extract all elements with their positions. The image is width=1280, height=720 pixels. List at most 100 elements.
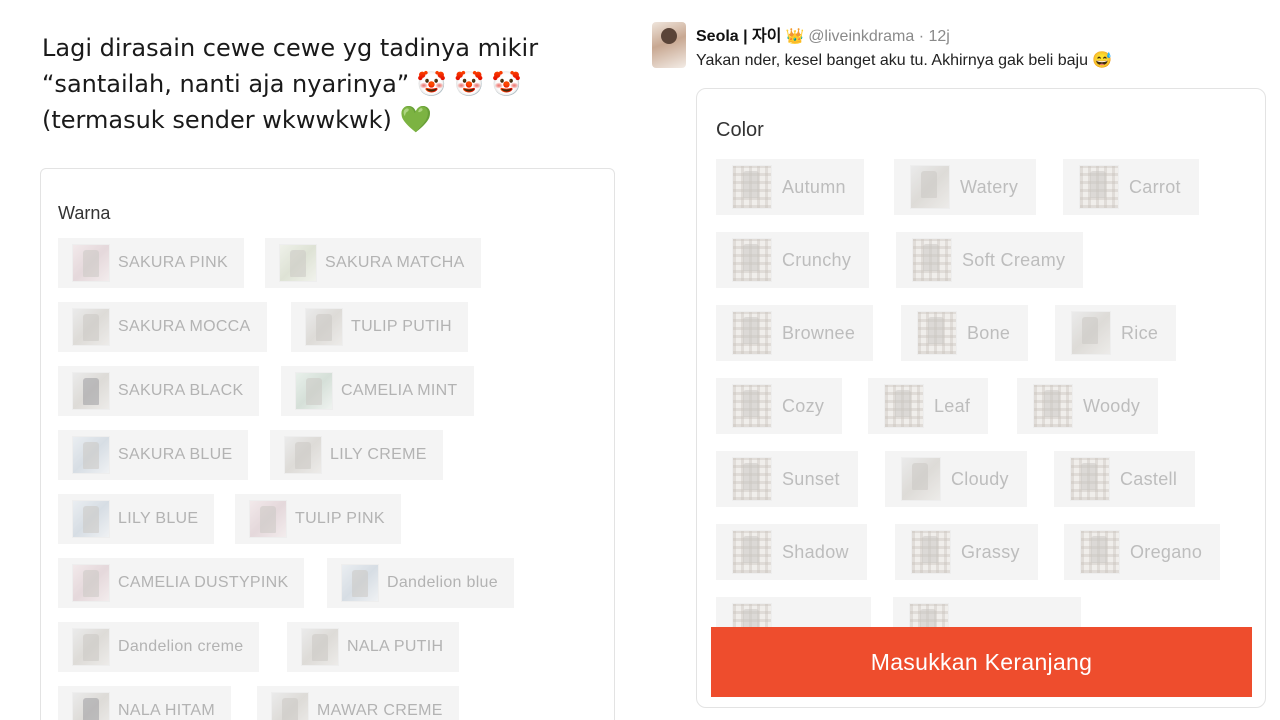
author-name[interactable]: Seola | 자이 xyxy=(696,28,782,45)
tweet-text: Yakan nder, kesel banget aku tu. Akhirny… xyxy=(696,52,1113,69)
variant-chip-label: Cloudy xyxy=(951,468,1009,489)
product-thumbnail xyxy=(271,692,309,720)
variant-chip-sunset[interactable]: Sunset xyxy=(716,451,858,507)
variant-chip-label: Rice xyxy=(1121,322,1159,343)
variant-label-color: Color xyxy=(716,119,764,141)
variant-chip-leaf[interactable]: Leaf xyxy=(868,378,989,434)
variant-chip-label: Leaf xyxy=(934,395,971,416)
product-thumbnail xyxy=(732,311,772,355)
product-thumbnail xyxy=(884,384,924,428)
variant-chip-rice[interactable]: Rice xyxy=(1055,305,1177,361)
variant-chip-oregano[interactable]: Oregano xyxy=(1064,524,1221,580)
variant-chip-label: CAMELIA DUSTYPINK xyxy=(118,574,289,591)
variant-chip-label: Soft Creamy xyxy=(962,249,1066,270)
variant-chip-label: Dandelion creme xyxy=(118,638,244,655)
product-thumbnail xyxy=(901,457,941,501)
variant-label-warna: Warna xyxy=(58,203,111,223)
variant-chip-label: LILY CREME xyxy=(330,446,427,463)
variant-chip-watery[interactable]: Watery xyxy=(894,159,1037,215)
variant-chip-dandelion-creme[interactable]: Dandelion creme xyxy=(58,622,260,672)
product-thumbnail xyxy=(305,308,343,346)
add-to-cart-button[interactable]: Masukkan Keranjang xyxy=(711,627,1252,697)
variant-chip-label: CAMELIA MINT xyxy=(341,382,458,399)
variant-chip-carrot[interactable]: Carrot xyxy=(1063,159,1199,215)
variant-chip-castell[interactable]: Castell xyxy=(1054,451,1196,507)
product-thumbnail xyxy=(72,500,110,538)
variant-chip-shadow[interactable]: Shadow xyxy=(716,524,867,580)
variant-chip-label: SAKURA MOCCA xyxy=(118,318,251,335)
variant-chip-label: Crunchy xyxy=(782,249,852,270)
product-thumbnail xyxy=(732,530,772,574)
variant-chip-bone[interactable]: Bone xyxy=(901,305,1029,361)
avatar[interactable] xyxy=(652,22,686,68)
tweet-name-row: Seola | 자이 👑 @liveinkdrama · 12j xyxy=(696,22,950,46)
caption-line-2: “santailah, nanti aja nyarinya” xyxy=(42,70,410,98)
variant-chip-label: SAKURA MATCHA xyxy=(325,254,465,271)
product-thumbnail xyxy=(301,628,339,666)
variant-chip-sakura-pink[interactable]: SAKURA PINK xyxy=(58,238,245,288)
variant-chip-mawar-creme[interactable]: MAWAR CREME xyxy=(257,686,459,720)
product-thumbnail xyxy=(910,165,950,209)
product-thumbnail xyxy=(1071,311,1111,355)
variant-chip-label: Carrot xyxy=(1129,176,1181,197)
product-thumbnail xyxy=(72,436,110,474)
product-thumbnail xyxy=(72,244,110,282)
variant-chip-grassy[interactable]: Grassy xyxy=(895,524,1038,580)
variant-chip-nala-hitam[interactable]: NALA HITAM xyxy=(58,686,231,720)
variant-chip-sakura-black[interactable]: SAKURA BLACK xyxy=(58,366,260,416)
variant-chip-woody[interactable]: Woody xyxy=(1017,378,1159,434)
caption-line-3: (termasuk sender wkwwkwk) xyxy=(42,106,392,134)
variant-chip-tulip-putih[interactable]: TULIP PUTIH xyxy=(291,302,468,352)
left-post-caption: Lagi dirasain cewe cewe yg tadinya mikir… xyxy=(42,30,602,138)
green-heart-emoji: 💚 xyxy=(399,105,432,135)
product-thumbnail xyxy=(249,500,287,538)
product-thumbnail xyxy=(341,564,379,602)
variant-chip-label: Watery xyxy=(960,176,1019,197)
variant-chip-cloudy[interactable]: Cloudy xyxy=(885,451,1027,507)
product-thumbnail xyxy=(72,308,110,346)
right-variant-card: Color Autumn Watery Carrot Crunchy Soft … xyxy=(696,88,1266,708)
variant-chip-dandelion-blue[interactable]: Dandelion blue xyxy=(327,558,514,608)
variant-chip-camelia-mint[interactable]: CAMELIA MINT xyxy=(281,366,474,416)
crown-icon: 👑 xyxy=(785,28,805,45)
product-thumbnail xyxy=(911,530,951,574)
product-thumbnail xyxy=(72,692,110,720)
separator-dot: · xyxy=(918,28,925,45)
variant-chip-sakura-mocca[interactable]: SAKURA MOCCA xyxy=(58,302,267,352)
variant-chip-camelia-dustypink[interactable]: CAMELIA DUSTYPINK xyxy=(58,558,305,608)
product-thumbnail xyxy=(732,384,772,428)
product-thumbnail xyxy=(1080,530,1120,574)
variant-chip-sakura-blue[interactable]: SAKURA BLUE xyxy=(58,430,249,480)
variant-chip-brownee[interactable]: Brownee xyxy=(716,305,874,361)
variant-chip-nala-putih[interactable]: NALA PUTIH xyxy=(287,622,460,672)
product-thumbnail xyxy=(72,372,110,410)
variant-chip-label: Brownee xyxy=(782,322,856,343)
product-thumbnail xyxy=(732,457,772,501)
variant-chip-label: Cozy xyxy=(782,395,825,416)
product-thumbnail xyxy=(279,244,317,282)
variant-chip-crunchy[interactable]: Crunchy xyxy=(716,232,870,288)
variant-chip-sakura-matcha[interactable]: SAKURA MATCHA xyxy=(265,238,481,288)
variant-chip-soft-creamy[interactable]: Soft Creamy xyxy=(896,232,1084,288)
product-thumbnail xyxy=(912,238,952,282)
variant-chip-label: LILY BLUE xyxy=(118,510,199,527)
variant-chip-label: NALA HITAM xyxy=(118,702,215,719)
author-handle[interactable]: @liveinkdrama xyxy=(808,28,914,45)
product-thumbnail xyxy=(72,564,110,602)
variant-chip-label: TULIP PINK xyxy=(295,510,385,527)
variant-chip-label: MAWAR CREME xyxy=(317,702,443,719)
product-thumbnail xyxy=(1079,165,1119,209)
variant-chip-label: Oregano xyxy=(1130,541,1203,562)
variant-chip-autumn[interactable]: Autumn xyxy=(716,159,864,215)
variant-chip-label: Castell xyxy=(1120,468,1178,489)
variant-chip-lily-blue[interactable]: LILY BLUE xyxy=(58,494,215,544)
product-thumbnail xyxy=(1070,457,1110,501)
variant-chip-lily-creme[interactable]: LILY CREME xyxy=(270,430,443,480)
product-thumbnail xyxy=(917,311,957,355)
variant-chip-label: Bone xyxy=(967,322,1011,343)
variant-chip-tulip-pink[interactable]: TULIP PINK xyxy=(235,494,401,544)
variant-chip-cozy[interactable]: Cozy xyxy=(716,378,843,434)
variant-chip-label: Autumn xyxy=(782,176,846,197)
tweet-time[interactable]: 12j xyxy=(928,28,949,45)
variant-chip-label: Sunset xyxy=(782,468,840,489)
